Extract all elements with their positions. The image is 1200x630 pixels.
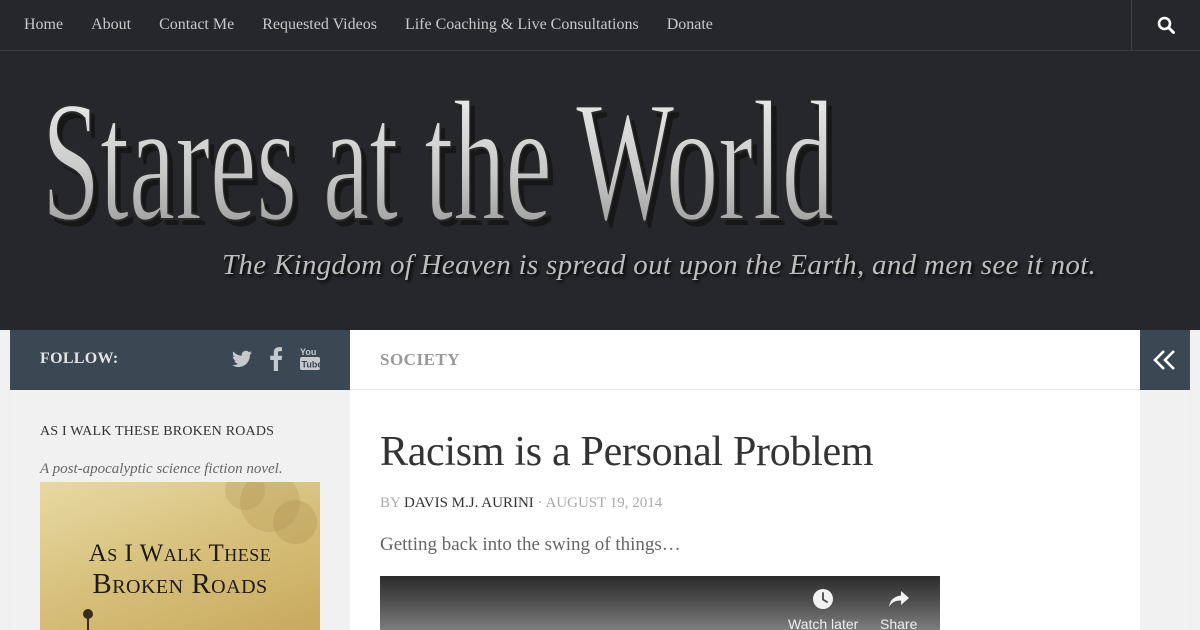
nav-item-donate[interactable]: Donate [653,16,727,34]
left-sidebar: FOLLOW: You Tube AS I WALK THESE BROKEN … [10,330,350,630]
social-links: You Tube [232,346,320,372]
widget-caption: A post-apocalyptic science fiction novel… [40,461,283,477]
share-button[interactable]: Share [880,588,917,630]
site-title-link[interactable]: Stares at the World Stares at the World [38,73,868,233]
nav-item-life-coaching[interactable]: Life Coaching & Live Consultations [391,16,653,34]
post-byline: BY DAVIS M.J. AURINI · AUGUST 19, 2014 [380,495,662,512]
site-title-logo: Stares at the World Stares at the World [41,73,839,233]
book-title-line1: As I Walk These [88,540,272,567]
category-bar: SOCIETY [350,330,1140,390]
right-sidebar-collapsed [1140,390,1190,630]
post-excerpt: Getting back into the swing of things… [380,534,681,555]
facebook-icon[interactable] [266,346,286,372]
byline-prefix: BY [380,495,401,511]
nav-menu: Home About Contact Me Requested Videos L… [10,0,727,50]
post-title[interactable]: Racism is a Personal Problem [380,428,874,476]
clock-icon [813,589,834,609]
search-button[interactable] [1131,0,1200,50]
double-chevron-left-icon [1153,350,1175,370]
site-header: Stares at the World Stares at the World … [0,51,1200,330]
watch-later-label: Watch later [788,616,859,630]
nav-item-contact[interactable]: Contact Me [145,16,248,34]
site-tagline: The Kingdom of Heaven is spread out upon… [222,249,1097,281]
share-label: Share [880,616,918,630]
book-cover-image[interactable]: As I Walk These Broken Roads [40,482,320,630]
sidebar-collapse-toggle[interactable] [1140,330,1190,390]
byline-separator: · [537,495,543,511]
widget-title: AS I WALK THESE BROKEN ROADS [40,424,275,439]
nav-item-requested-videos[interactable]: Requested Videos [248,16,391,34]
svg-text:You: You [300,347,316,357]
embedded-video[interactable]: Watch later Share [380,576,940,630]
post-date: AUGUST 19, 2014 [545,495,663,511]
nav-item-about[interactable]: About [77,16,145,34]
nav-item-home[interactable]: Home [10,16,77,34]
follow-label: FOLLOW: [40,350,119,367]
post-category[interactable]: SOCIETY [380,350,460,370]
top-navigation: Home About Contact Me Requested Videos L… [0,0,1200,51]
twitter-icon[interactable] [232,346,252,372]
search-icon [1157,16,1175,34]
watch-later-button[interactable]: Watch later [788,588,858,630]
share-icon [888,591,909,607]
site-title: Stares at the World [42,73,834,233]
main-content: SOCIETY Racism is a Personal Problem BY … [350,330,1140,630]
book-title-line2: Broken Roads [92,568,268,600]
follow-bar: FOLLOW: You Tube [10,330,350,390]
svg-text:Tube: Tube [302,360,321,370]
post-author[interactable]: DAVIS M.J. AURINI [404,495,534,511]
youtube-icon[interactable]: You Tube [300,346,320,372]
